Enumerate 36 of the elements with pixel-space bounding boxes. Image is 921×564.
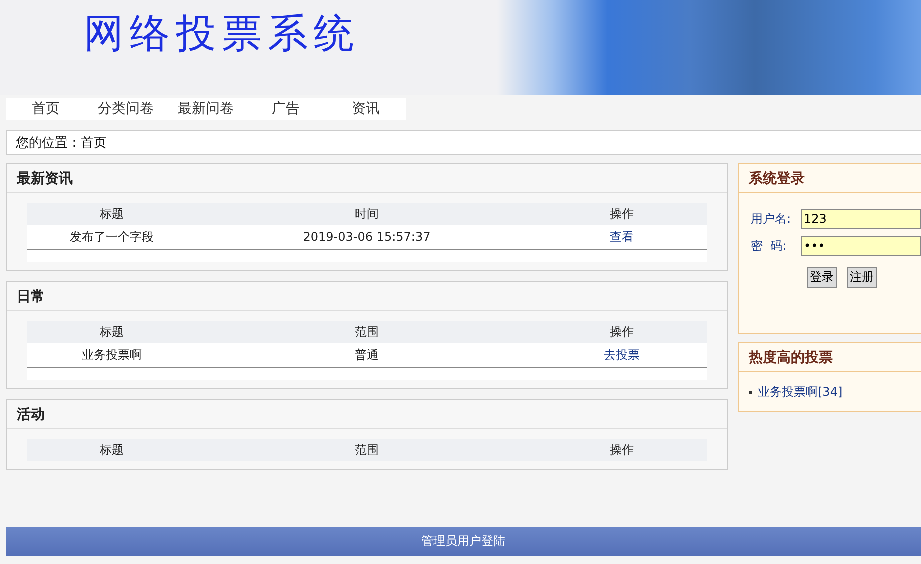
password-field[interactable]: ••• (801, 236, 921, 256)
column-header: 操作 (609, 442, 635, 458)
panel-title: 活动 (7, 400, 727, 429)
register-button[interactable]: 注册 (847, 267, 877, 288)
nav-link[interactable]: 最新问卷 (166, 100, 246, 118)
column-header: 标题 (99, 324, 125, 340)
field-label: 密 码: (751, 238, 788, 254)
table-cell-text: 业务投票啊 (81, 346, 143, 364)
table-cell-text: 2019-03-06 15:57:37 (302, 230, 432, 244)
nav-link[interactable]: 广告 (246, 100, 326, 118)
panel-title: 热度高的投票 (739, 343, 921, 372)
field-label: 用户名: (751, 210, 792, 228)
action-link[interactable]: 查看 (610, 228, 634, 246)
site-title: 网络投票系统 (84, 10, 360, 59)
action-link[interactable]: 去投票 (604, 346, 640, 364)
table-cell-text: 普通 (354, 346, 380, 364)
column-header: 操作 (609, 324, 635, 340)
nav-link[interactable]: 资讯 (326, 100, 406, 118)
column-header: 范围 (354, 442, 380, 458)
nav-link[interactable]: 分类问卷 (86, 100, 166, 118)
column-header: 标题 (99, 442, 125, 458)
table-cell-text: 发布了一个字段 (69, 228, 155, 246)
panel-title: 最新资讯 (7, 164, 727, 193)
login-button[interactable]: 登录 (807, 267, 837, 288)
nav-link[interactable]: 首页 (6, 100, 86, 118)
breadcrumb-label: 您的位置： (16, 134, 81, 152)
column-header: 范围 (354, 324, 380, 340)
panel-title: 日常 (7, 282, 727, 311)
breadcrumb-current: 首页 (81, 134, 107, 152)
column-header: 时间 (354, 206, 380, 222)
admin-login-link[interactable]: 管理员用户登陆 (422, 533, 506, 550)
column-header: 标题 (99, 206, 125, 222)
column-header: 操作 (609, 206, 635, 222)
panel-title: 系统登录 (739, 164, 921, 193)
username-field[interactable]: 123 (801, 209, 921, 229)
vote-link[interactable]: 业务投票啊[34] (749, 384, 911, 401)
